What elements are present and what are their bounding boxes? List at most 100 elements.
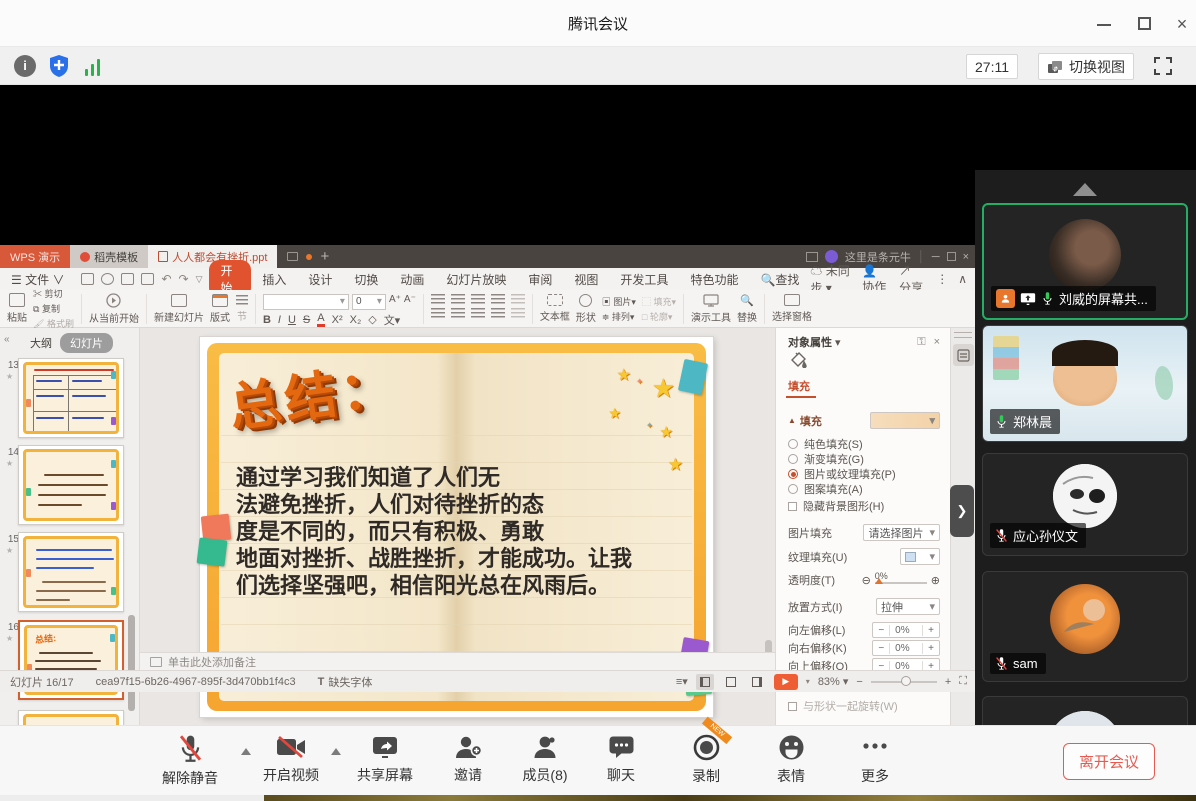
wps-maximize-icon[interactable] bbox=[947, 252, 956, 261]
indent-less-icon[interactable] bbox=[471, 294, 485, 305]
fullscreen-button[interactable] bbox=[1152, 55, 1174, 77]
switch-view-button[interactable]: 切换视图 bbox=[1038, 53, 1134, 80]
close-panel-icon[interactable]: × bbox=[934, 336, 940, 349]
placement-select[interactable]: 拉伸▾ bbox=[876, 598, 940, 615]
fit-slide-icon[interactable]: ⛶ bbox=[959, 675, 967, 688]
redo-icon[interactable]: ↷ bbox=[179, 272, 189, 286]
menu-slideshow[interactable]: 幻灯片放映 bbox=[435, 271, 517, 288]
align-center-icon[interactable] bbox=[451, 308, 465, 319]
menu-review[interactable]: 审阅 bbox=[517, 271, 563, 288]
distribute-icon[interactable] bbox=[511, 308, 525, 319]
thumb-scrollbar[interactable] bbox=[128, 615, 135, 711]
new-tab-button[interactable]: + bbox=[320, 248, 329, 265]
meeting-info-icon[interactable]: i bbox=[14, 55, 36, 77]
line-spacing-icon[interactable] bbox=[511, 294, 525, 305]
zoom-out-icon[interactable]: − bbox=[856, 676, 862, 688]
scroll-up-arrow[interactable] bbox=[1073, 183, 1097, 196]
textbox-button[interactable]: 文本框 bbox=[540, 294, 570, 323]
copy-button[interactable]: ⧉ 复制 bbox=[33, 302, 74, 315]
wps-app-tab[interactable]: WPS 演示 bbox=[0, 245, 70, 268]
unmute-button[interactable]: 解除静音 bbox=[147, 734, 233, 788]
checkbox-hide-bg[interactable]: 隐藏背景图形(H) bbox=[788, 498, 940, 514]
network-signal-icon[interactable] bbox=[84, 54, 104, 76]
paste-button[interactable]: 粘贴 bbox=[7, 293, 27, 324]
close-button[interactable]: × bbox=[1167, 14, 1196, 34]
wps-minimize-icon[interactable]: ─ bbox=[932, 251, 940, 263]
replace-button[interactable]: 🔍替换 bbox=[737, 294, 757, 324]
font-name-input[interactable]: ▾ bbox=[263, 294, 349, 310]
cut-button[interactable]: ✂ 剪切 bbox=[33, 287, 74, 300]
radio-pattern-fill[interactable]: 图案填充(A) bbox=[788, 481, 940, 497]
fill-section-label[interactable]: 填充 bbox=[800, 413, 822, 429]
checkbox-rotate-with-shape[interactable]: 与形状一起旋转(W) bbox=[788, 698, 940, 714]
ribbon-collapse-icon[interactable]: ∧ bbox=[958, 272, 967, 286]
picture-button[interactable]: ▣ 图片▾ bbox=[602, 295, 636, 308]
superscript-button[interactable]: X² bbox=[332, 314, 343, 326]
members-button[interactable]: 成员(8) bbox=[502, 734, 588, 785]
shrink-font-icon[interactable]: A⁻ bbox=[404, 294, 416, 310]
tab-outline[interactable]: 大纲 bbox=[30, 335, 52, 351]
minimize-button[interactable] bbox=[1089, 14, 1119, 34]
ribbon-more-icon[interactable]: ⋮ bbox=[936, 272, 948, 286]
menu-file[interactable]: ☰ 文件 ∨ bbox=[0, 271, 75, 288]
participant-tile-sam[interactable]: sam bbox=[982, 571, 1188, 682]
radio-gradient-fill[interactable]: 渐变填充(G) bbox=[788, 451, 940, 467]
fill-preview-swatch[interactable]: ▾ bbox=[870, 412, 940, 429]
pick-picture-button[interactable]: 请选择图片▾ bbox=[863, 524, 940, 541]
panel-expand-button[interactable]: ❯ bbox=[950, 485, 974, 537]
fill-button[interactable]: ⬚ 填充▾ bbox=[642, 295, 676, 308]
missing-font-indicator[interactable]: T缺失字体 bbox=[318, 674, 373, 690]
section-button[interactable]: 节 bbox=[236, 295, 248, 323]
save-icon[interactable] bbox=[81, 273, 94, 285]
notes-toggle-icon[interactable]: ≡▾ bbox=[676, 675, 688, 688]
slide-thumb-15[interactable] bbox=[18, 532, 124, 612]
security-shield-icon[interactable] bbox=[48, 54, 70, 78]
participant-tile-liuwei[interactable]: 刘威的屏幕共... bbox=[982, 203, 1188, 320]
bullet-list-icon[interactable] bbox=[431, 294, 445, 305]
more-quick-icon[interactable]: ▽ bbox=[196, 274, 203, 285]
offset-right-stepper[interactable]: −0%+ bbox=[872, 640, 940, 656]
reading-view-button[interactable] bbox=[748, 674, 766, 690]
opacity-slider-handle[interactable] bbox=[875, 578, 883, 584]
font-size-input[interactable]: 0▾ bbox=[352, 294, 386, 310]
new-slide-button[interactable]: 新建幻灯片 bbox=[154, 294, 204, 324]
more-button[interactable]: 更多 bbox=[832, 734, 918, 786]
slide-thumb-13[interactable] bbox=[18, 358, 124, 438]
italic-button[interactable]: I bbox=[278, 314, 281, 326]
notes-bar[interactable]: 单击此处添加备注 bbox=[140, 652, 775, 670]
record-button[interactable]: NEW 录制 bbox=[663, 734, 749, 786]
print-icon[interactable] bbox=[121, 273, 134, 285]
shapes-button[interactable]: 形状 bbox=[576, 294, 596, 324]
invite-button[interactable]: 邀请 bbox=[425, 734, 511, 785]
radio-picture-fill[interactable]: 图片或纹理填充(P) bbox=[788, 466, 940, 482]
align-left-icon[interactable] bbox=[431, 308, 445, 319]
opacity-plus-button[interactable]: ⊕ bbox=[931, 574, 940, 587]
clear-format-icon[interactable]: ◇ bbox=[368, 313, 376, 326]
number-list-icon[interactable] bbox=[451, 294, 465, 305]
chat-button[interactable]: 聊天 bbox=[578, 734, 664, 785]
participant-tile-zhenglinchen[interactable]: 郑林晨 bbox=[982, 325, 1188, 442]
slide-thumb-14[interactable] bbox=[18, 445, 124, 525]
grid-view-button[interactable] bbox=[722, 674, 740, 690]
menu-animation[interactable]: 动画 bbox=[389, 271, 435, 288]
menu-devtools[interactable]: 开发工具 bbox=[609, 271, 679, 288]
output-icon[interactable] bbox=[101, 273, 114, 285]
maximize-button[interactable] bbox=[1129, 14, 1159, 34]
video-options-caret[interactable] bbox=[331, 748, 341, 755]
zoom-slider[interactable] bbox=[871, 681, 937, 683]
template-tab[interactable]: 稻壳模板 bbox=[70, 245, 148, 268]
arrange-button[interactable]: ≑ 排列▾ bbox=[602, 310, 636, 323]
preview-icon[interactable] bbox=[141, 273, 154, 285]
menu-insert[interactable]: 插入 bbox=[251, 271, 297, 288]
menu-transition[interactable]: 切换 bbox=[343, 271, 389, 288]
tab-slides[interactable]: 幻灯片 bbox=[60, 333, 113, 353]
zoom-level[interactable]: 83% ▾ bbox=[818, 675, 849, 688]
outline-button[interactable]: □ 轮廓▾ bbox=[642, 310, 676, 323]
play-from-current-button[interactable]: 从当前开始 bbox=[89, 293, 139, 325]
zoom-in-icon[interactable]: + bbox=[945, 676, 951, 688]
wps-close-icon[interactable]: × bbox=[963, 251, 969, 263]
pin-icon[interactable]: ⚿ bbox=[917, 336, 925, 349]
emoji-button[interactable]: 表情 bbox=[748, 734, 834, 786]
start-video-button[interactable]: 开启视频 bbox=[248, 734, 334, 785]
text-effect-icon[interactable]: 文▾ bbox=[384, 312, 401, 328]
